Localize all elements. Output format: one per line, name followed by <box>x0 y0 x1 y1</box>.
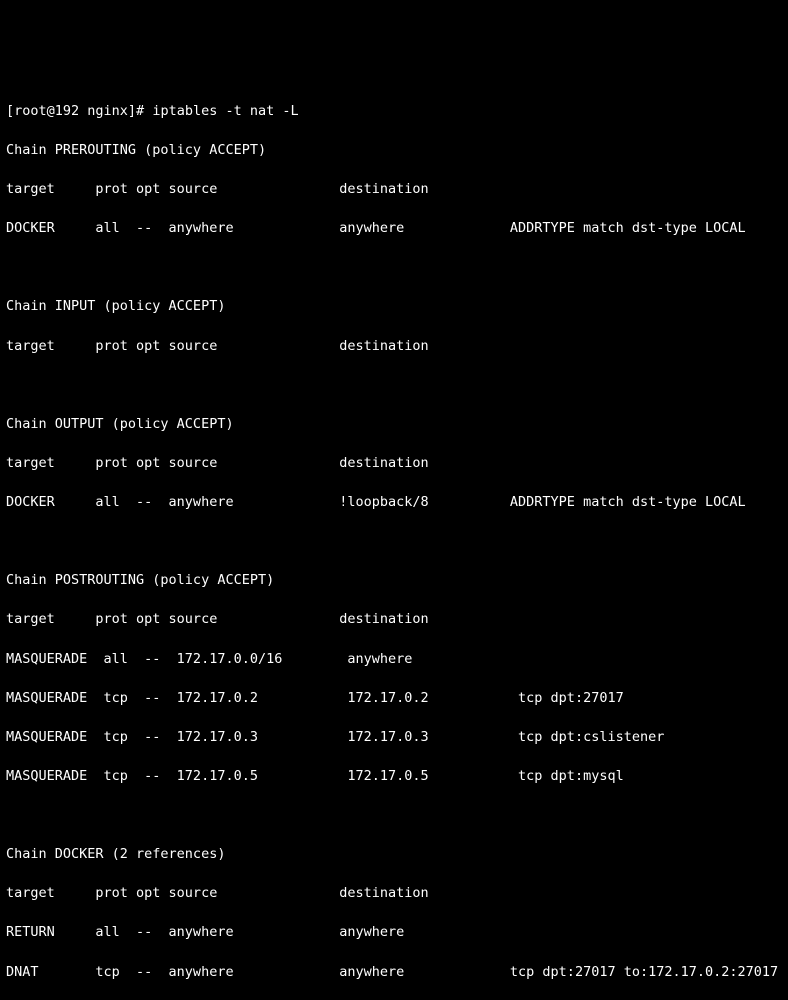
chain-prerouting-rule: DOCKER all -- anywhere anywhere ADDRTYPE… <box>6 219 782 239</box>
chain-postrouting-title: Chain POSTROUTING (policy ACCEPT) <box>6 571 782 591</box>
chain-docker-rule: DNAT tcp -- anywhere anywhere tcp dpt:27… <box>6 963 782 983</box>
command-line-1: [root@192 nginx]# iptables -t nat -L <box>6 102 782 122</box>
chain-input-header: target prot opt source destination <box>6 337 782 357</box>
chain-docker-rule: RETURN all -- anywhere anywhere <box>6 923 782 943</box>
chain-postrouting-rule: MASQUERADE tcp -- 172.17.0.5 172.17.0.5 … <box>6 767 782 787</box>
chain-prerouting-header: target prot opt source destination <box>6 180 782 200</box>
blank-line <box>6 376 782 396</box>
chain-docker-header: target prot opt source destination <box>6 884 782 904</box>
chain-input-title: Chain INPUT (policy ACCEPT) <box>6 297 782 317</box>
blank-line <box>6 258 782 278</box>
chain-postrouting-rule: MASQUERADE tcp -- 172.17.0.3 172.17.0.3 … <box>6 728 782 748</box>
chain-postrouting-header: target prot opt source destination <box>6 610 782 630</box>
terminal-output: [root@192 nginx]# iptables -t nat -L Cha… <box>6 82 782 1000</box>
chain-postrouting-rule: MASQUERADE all -- 172.17.0.0/16 anywhere <box>6 650 782 670</box>
command-text: iptables -t nat -L <box>152 103 298 119</box>
blank-line <box>6 532 782 552</box>
chain-prerouting-title: Chain PREROUTING (policy ACCEPT) <box>6 141 782 161</box>
blank-line <box>6 806 782 826</box>
chain-output-title: Chain OUTPUT (policy ACCEPT) <box>6 415 782 435</box>
chain-output-rule: DOCKER all -- anywhere !loopback/8 ADDRT… <box>6 493 782 513</box>
chain-docker-title: Chain DOCKER (2 references) <box>6 845 782 865</box>
chain-postrouting-rule: MASQUERADE tcp -- 172.17.0.2 172.17.0.2 … <box>6 689 782 709</box>
shell-prompt: [root@192 nginx]# <box>6 103 152 119</box>
chain-output-header: target prot opt source destination <box>6 454 782 474</box>
